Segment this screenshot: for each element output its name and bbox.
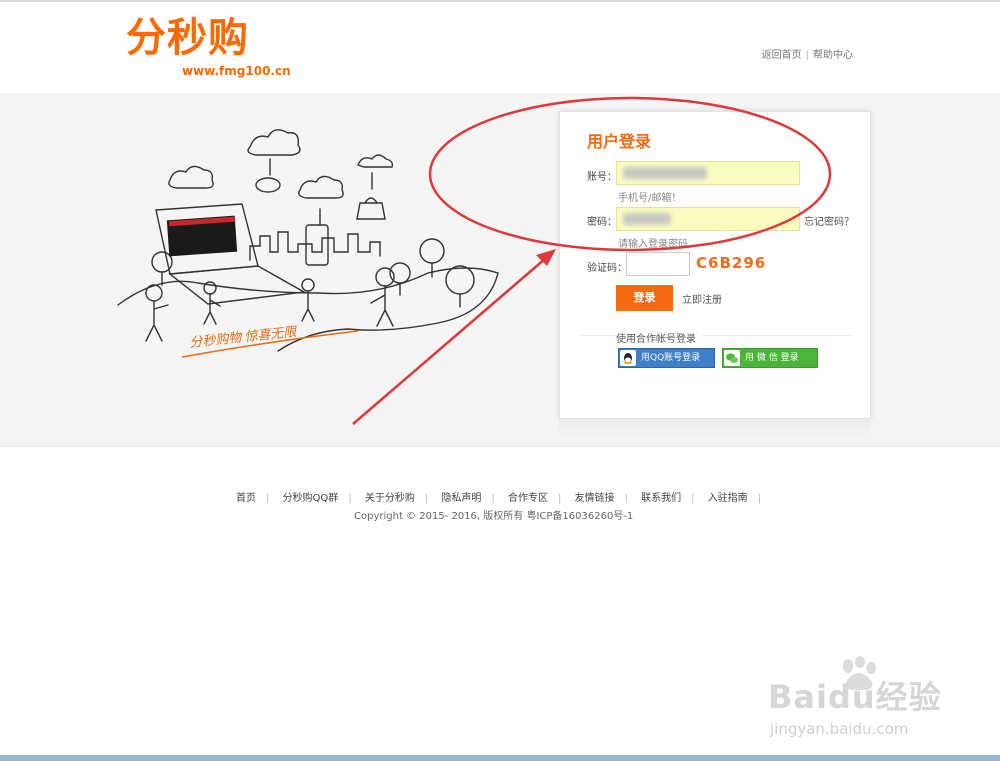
watermark-url: jingyan.baidu.com [770,720,909,738]
hero-illustration: 分秒购物 惊喜无限 [117,129,499,358]
qq-icon [620,350,636,366]
baidu-watermark: Baidu经验 jingyan.baidu.com [768,656,958,746]
captcha-image[interactable]: C6B296 [696,254,766,272]
password-value-blurred [623,213,671,225]
taskbar-edge [0,755,1000,761]
footer-link[interactable]: 首页 [236,493,256,504]
qq-login-label: 用QQ账号登录 [641,353,701,363]
wechat-icon [724,350,740,366]
coop-login-title: 使用合作帐号登录 [616,330,702,345]
password-label: 密码： [587,217,617,228]
panel-reflection [559,419,871,441]
footer-link[interactable]: 分秒购QQ群 [283,493,339,504]
footer-link[interactable]: 合作专区 [508,493,548,504]
captcha-label: 验证码： [587,263,627,274]
footer-link[interactable]: 入驻指南 [708,493,748,504]
logo-text: 分秒购 [126,15,249,61]
forgot-password-link[interactable]: 忘记密码？ [804,213,854,228]
watermark-brand: Baidu经验 [768,678,942,716]
qq-login-button[interactable]: 用QQ账号登录 [618,348,715,368]
site-logo[interactable]: 分秒购 www.fmg100.cn [126,14,291,78]
captcha-input[interactable] [626,252,690,276]
header-links: 返回首页 | 帮助中心 [760,46,855,61]
footer-link[interactable]: 关于分秒购 [365,493,415,504]
password-input[interactable] [616,207,800,231]
header-separator: | [805,50,809,61]
footer-link[interactable]: 友情链接 [575,493,615,504]
footer-links: 首页 | 分秒购QQ群 | 关于分秒购 | 隐私声明 | 合作专区 | 友情链接 | 联系我… [236,493,762,504]
copyright-text: Copyright © 2015- 2016, 版权所有 粤ICP备160362… [354,511,634,522]
footer-link[interactable]: 联系我们 [641,493,681,504]
login-title: 用户登录 [587,132,652,151]
logo-url: www.fmg100.cn [182,64,291,78]
account-label: 账号： [587,172,617,183]
account-value-blurred [623,167,707,179]
register-link[interactable]: 立即注册 [682,291,722,306]
account-input[interactable] [616,161,800,185]
footer-link[interactable]: 隐私声明 [441,493,481,504]
login-button[interactable]: 登录 [616,285,673,311]
login-panel: 用户登录 账号： 手机号/邮箱！ 密码： 忘记密码？ 请输入登录密码 验证码： … [559,111,871,419]
wechat-login-button[interactable]: 用 微 信 登录 [722,348,818,368]
top-border [0,0,1000,2]
header-link-home[interactable]: 返回首页 [762,50,802,61]
password-hint: 请输入登录密码 [618,239,688,250]
account-hint: 手机号/邮箱！ [618,193,682,204]
header-link-help[interactable]: 帮助中心 [813,50,853,61]
wechat-login-label: 用 微 信 登录 [745,353,799,363]
